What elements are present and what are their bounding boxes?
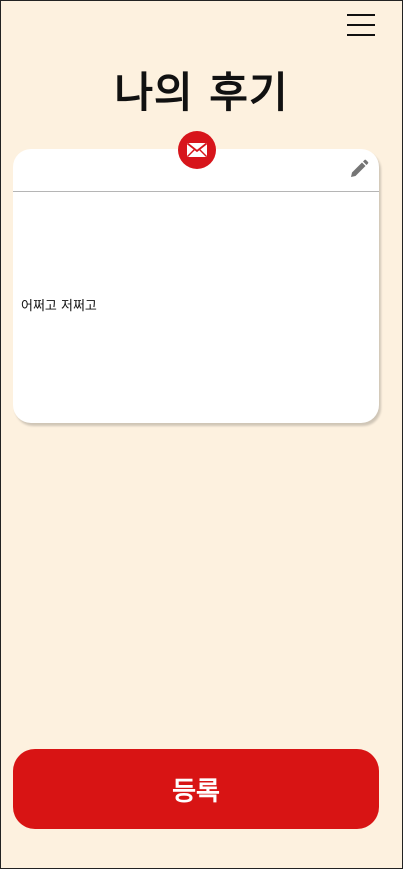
pencil-icon[interactable]	[349, 159, 369, 179]
submit-button[interactable]: 등록	[13, 749, 379, 829]
pencil-icon-glyph	[351, 159, 369, 177]
menu-line	[347, 14, 375, 16]
review-card: 어쩌고 저쩌고	[13, 131, 379, 423]
hamburger-menu-icon[interactable]	[347, 13, 375, 37]
title-row	[13, 149, 379, 192]
review-screen: 나의 후기 어쩌고 저쩌고 등록	[0, 0, 403, 869]
review-body-text[interactable]: 어쩌고 저쩌고	[21, 295, 97, 314]
menu-line	[347, 24, 375, 26]
menu-line	[347, 34, 375, 36]
review-title-input[interactable]	[21, 159, 339, 185]
page-title: 나의 후기	[114, 68, 289, 117]
